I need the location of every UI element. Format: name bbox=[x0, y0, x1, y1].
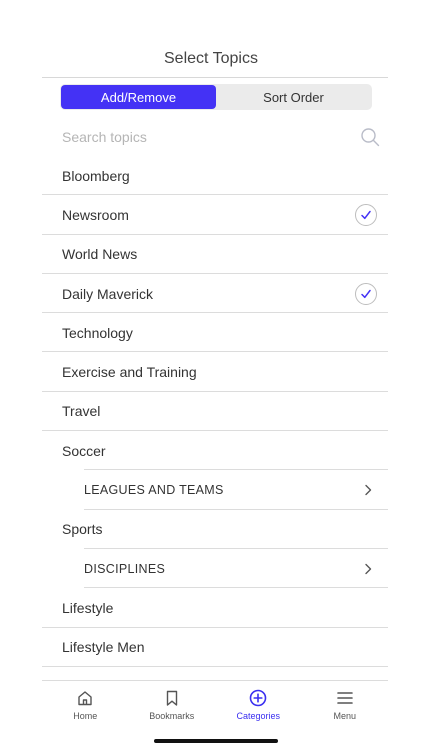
topic-row-technology[interactable]: Technology bbox=[0, 313, 422, 353]
search-bar bbox=[62, 120, 380, 154]
tab-bar: Home Bookmarks Categories Menu bbox=[42, 680, 388, 730]
topic-label: Sports bbox=[62, 521, 103, 538]
topic-label: Soccer bbox=[62, 442, 106, 459]
sort-order-segment[interactable]: Sort Order bbox=[216, 85, 371, 109]
home-icon bbox=[78, 691, 92, 706]
subtopic-label: LEAGUES AND TEAMS bbox=[84, 483, 224, 498]
search-input[interactable] bbox=[62, 129, 322, 145]
tab-menu-label: Menu bbox=[333, 711, 356, 721]
topic-label: Exercise and Training bbox=[62, 364, 197, 381]
page-title-text: Select Topics bbox=[164, 50, 258, 67]
topic-label: World News bbox=[62, 246, 138, 263]
check-icon[interactable] bbox=[355, 282, 377, 305]
bookmark-icon bbox=[166, 690, 177, 706]
topic-label: Travel bbox=[62, 403, 101, 420]
topic-row-bloomberg[interactable]: Bloomberg bbox=[0, 156, 422, 196]
home-indicator bbox=[154, 739, 278, 743]
tab-categories-label: Categories bbox=[236, 711, 281, 721]
tab-bookmarks[interactable]: Bookmarks bbox=[129, 681, 216, 730]
topic-label: Lifestyle bbox=[62, 599, 114, 616]
tab-bookmarks-label: Bookmarks bbox=[149, 711, 195, 721]
tab-home[interactable]: Home bbox=[42, 681, 129, 730]
plus-circle-icon bbox=[249, 689, 267, 707]
topic-row-travel[interactable]: Travel bbox=[0, 392, 422, 432]
topic-row-sports[interactable]: Sports bbox=[0, 510, 422, 550]
search-icon[interactable] bbox=[360, 127, 380, 147]
topic-row-daily-maverick[interactable]: Daily Maverick bbox=[0, 274, 422, 314]
add-remove-segment[interactable]: Add/Remove bbox=[61, 85, 216, 109]
topic-row-soccer[interactable]: Soccer bbox=[0, 431, 422, 471]
subtopic-label: DISCIPLINES bbox=[84, 561, 166, 576]
topic-row-world-news[interactable]: World News bbox=[0, 235, 422, 275]
tab-menu[interactable]: Menu bbox=[302, 681, 389, 730]
menu-icon bbox=[336, 692, 353, 704]
topic-row-newsroom[interactable]: Newsroom bbox=[0, 195, 422, 235]
subtopic-row-leagues-and-teams[interactable]: LEAGUES AND TEAMS bbox=[0, 470, 422, 510]
check-icon[interactable] bbox=[355, 203, 377, 226]
page-title: Select Topics bbox=[0, 0, 422, 78]
tab-home-label: Home bbox=[73, 711, 98, 721]
topic-label: Daily Maverick bbox=[62, 285, 154, 302]
topic-label: Newsroom bbox=[62, 206, 129, 223]
topic-label: Lifestyle Men bbox=[62, 639, 145, 656]
topics-list: Bloomberg Newsroom World News Daily Mave… bbox=[0, 156, 422, 668]
topic-row-lifestyle[interactable]: Lifestyle bbox=[0, 588, 422, 628]
segmented-control: Add/Remove Sort Order bbox=[60, 84, 372, 110]
tab-categories[interactable]: Categories bbox=[215, 681, 302, 730]
topic-row-lifestyle-men[interactable]: Lifestyle Men bbox=[0, 628, 422, 668]
topic-label: Technology bbox=[62, 324, 133, 341]
subtopic-row-disciplines[interactable]: DISCIPLINES bbox=[0, 549, 422, 589]
header-divider bbox=[42, 77, 388, 78]
topic-row-exercise-and-training[interactable]: Exercise and Training bbox=[0, 352, 422, 393]
topic-label: Bloomberg bbox=[62, 167, 130, 184]
chevron-right-icon bbox=[365, 563, 372, 574]
chevron-right-icon bbox=[365, 484, 372, 496]
